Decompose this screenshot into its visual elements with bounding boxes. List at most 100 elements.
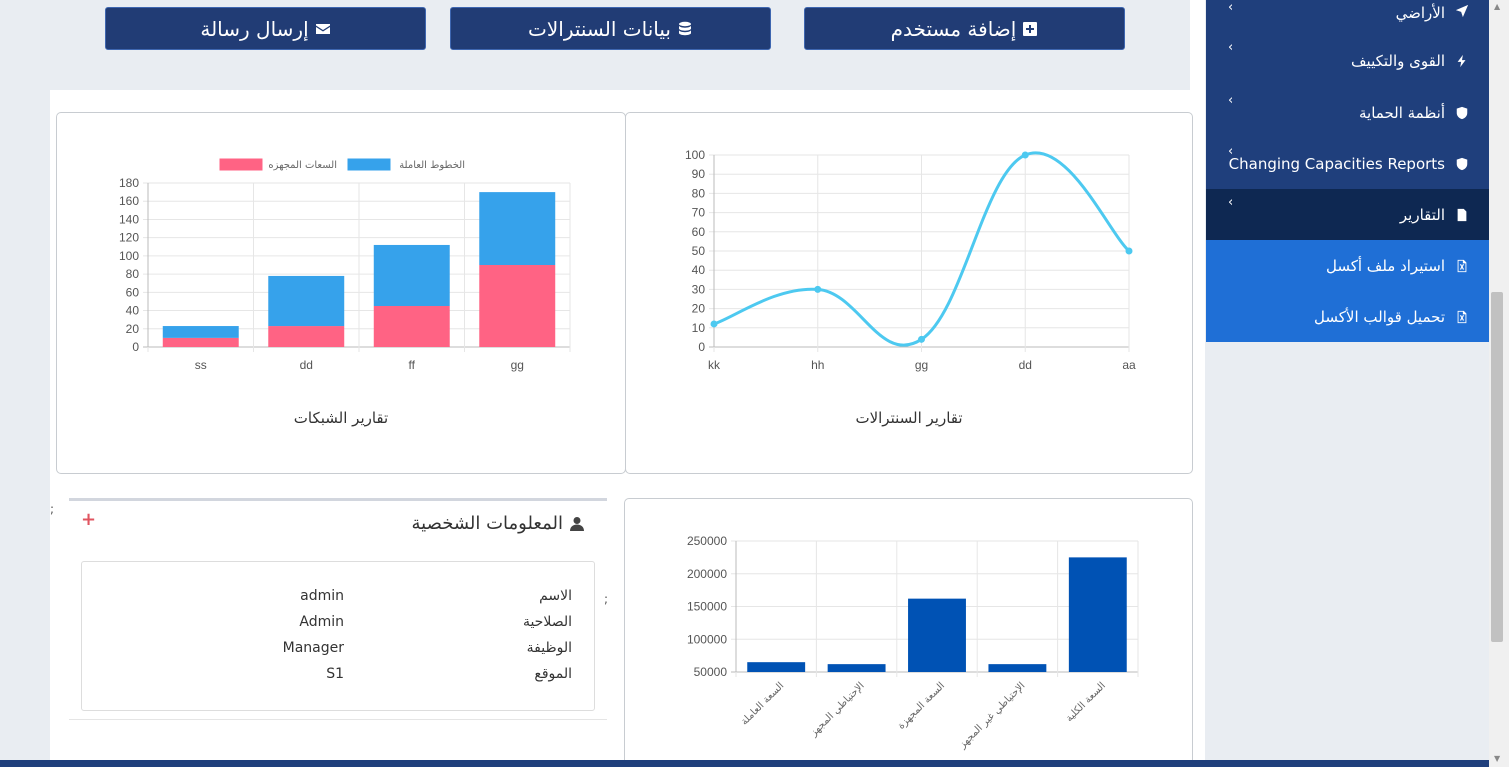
sidebar-item-lands[interactable]: ‹ الأراضي	[1206, 0, 1489, 34]
location-arrow-icon	[1455, 4, 1469, 18]
bar	[747, 662, 806, 672]
x-tick-label: الإحتياطي المجهز	[808, 680, 867, 739]
profile-title-label: المعلومات الشخصية	[411, 513, 563, 534]
add-user-button[interactable]: إضافة مستخدم	[804, 7, 1125, 50]
capacity-chart-card: 50000 100000 150000 200000 250000 السعة العام…	[624, 498, 1193, 767]
top-toolbar: إرسال رسالة بيانات السنترالات إضافة مستخ…	[50, 0, 1190, 90]
profile-key: الوظيفة	[526, 640, 572, 656]
data-point	[1125, 247, 1133, 255]
scroll-up-icon[interactable]: ▲	[1494, 2, 1500, 11]
y-tick-label: 140	[119, 212, 139, 226]
send-message-button[interactable]: إرسال رسالة	[105, 7, 426, 50]
networks-chart-title: تقارير الشبكات	[293, 409, 389, 427]
bar	[908, 598, 966, 672]
profile-title: المعلومات الشخصية	[412, 513, 585, 534]
scroll-down-icon[interactable]: ▼	[1494, 754, 1500, 763]
exchanges-data-label: بيانات السنترالات	[528, 16, 671, 41]
chevron-left-icon: ‹	[1228, 93, 1234, 108]
sidebar-item-power[interactable]: ‹ القوى والتكييف	[1206, 34, 1489, 87]
sidebar-item-protection[interactable]: ‹ أنظمة الحماية	[1206, 87, 1489, 138]
y-tick-label: 120	[119, 231, 139, 245]
bar	[162, 337, 239, 347]
sidebar-item-label: Changing Capacities Reports	[1228, 154, 1445, 173]
x-tick-label: hh	[811, 358, 824, 372]
y-tick-label: 0	[132, 340, 139, 354]
y-tick-label: 30	[692, 282, 706, 296]
y-tick-label: 20	[126, 322, 140, 336]
send-message-label: إرسال رسالة	[200, 16, 309, 41]
y-tick-label: 100	[685, 148, 705, 162]
bar	[268, 275, 345, 327]
sidebar-item-label: التقارير	[1399, 205, 1445, 224]
y-tick-label: 0	[698, 340, 705, 354]
y-tick-label: 150000	[687, 600, 727, 614]
y-tick-label: 180	[119, 176, 139, 190]
sidebar-item-label: تحميل قوالب الأكسل	[1314, 307, 1445, 326]
bar	[162, 326, 239, 338]
profile-expand-button[interactable]: +	[81, 509, 96, 530]
y-tick-label: 100000	[687, 632, 727, 646]
profile-key: الاسم	[539, 588, 572, 604]
x-tick-label: kk	[708, 358, 721, 372]
y-tick-label: 160	[119, 194, 139, 208]
bar	[479, 192, 556, 265]
exchanges-chart: 0 10 20 30 40 50 60 70 80 90 100 kk hh gg dd aa	[685, 148, 1136, 372]
y-tick-label: 60	[126, 285, 140, 299]
data-point	[814, 285, 822, 293]
sidebar-item-label: القوى والتكييف	[1351, 51, 1445, 70]
y-tick-label: 250000	[687, 534, 727, 548]
scrollbar-thumb[interactable]	[1491, 292, 1503, 642]
stray-semicolon: ;	[50, 502, 55, 516]
x-tick-label: السعة العاملة	[739, 680, 786, 727]
bar	[1068, 557, 1127, 672]
y-tick-label: 50000	[694, 665, 728, 679]
excel-file-icon	[1457, 259, 1467, 272]
bar	[268, 326, 345, 347]
data-point	[710, 320, 718, 328]
exchanges-chart-card: 0 10 20 30 40 50 60 70 80 90 100 kk hh gg dd aa تقارير …	[625, 112, 1193, 474]
profile-key: الصلاحية	[522, 614, 572, 630]
networks-chart-card: 0 20 40 60 80 100 120 140 160 180 ss dd ff gg الخطوط ا…	[56, 112, 626, 474]
stray-semicolon: ;	[604, 592, 609, 606]
chevron-left-icon: ‹	[1228, 40, 1234, 55]
x-tick-label: ff	[409, 358, 416, 372]
sidebar-item-capacities-reports[interactable]: ‹ Changing Capacities Reports	[1206, 138, 1489, 189]
y-tick-label: 40	[126, 304, 140, 318]
envelope-icon	[315, 23, 330, 34]
y-tick-label: 80	[692, 186, 706, 200]
chevron-left-icon: ‹	[1228, 144, 1234, 159]
networks-chart: 0 20 40 60 80 100 120 140 160 180 ss dd ff gg الخطوط ا…	[119, 157, 571, 372]
exchanges-data-button[interactable]: بيانات السنترالات	[450, 7, 771, 50]
add-user-label: إضافة مستخدم	[890, 16, 1017, 41]
bar	[479, 265, 556, 347]
excel-file-icon	[1457, 310, 1467, 323]
x-tick-label: gg	[915, 358, 928, 372]
x-tick-label: ss	[195, 358, 207, 372]
data-point	[918, 335, 925, 343]
x-tick-label: gg	[511, 358, 524, 372]
x-tick-label: الإحتياطي غير المجهز	[957, 680, 1028, 751]
chevron-left-icon: ‹	[1228, 0, 1234, 15]
bottom-bar	[0, 760, 1489, 767]
sidebar-item-reports[interactable]: ‹ التقارير	[1206, 189, 1489, 240]
x-tick-label: dd	[300, 358, 313, 372]
database-icon	[678, 21, 691, 35]
left-strip	[0, 0, 50, 767]
shield-icon	[1456, 157, 1468, 170]
y-tick-label: 40	[692, 263, 706, 277]
y-tick-label: 20	[692, 302, 706, 316]
y-tick-label: 10	[692, 321, 706, 335]
profile-card: + المعلومات الشخصية الاسم admin الصلاحية…	[69, 498, 607, 720]
y-tick-label: 90	[692, 167, 706, 181]
bar	[988, 664, 1047, 672]
y-tick-label: 80	[126, 267, 140, 281]
legend-label: السعات المجهزه	[268, 160, 337, 171]
sidebar-item-label: أنظمة الحماية	[1358, 103, 1445, 122]
sidebar: ‹ الأراضي ‹ القوى والتكييف ‹ أنظمة الحما…	[1206, 0, 1489, 342]
y-tick-label: 200000	[687, 567, 727, 581]
sidebar-item-import-excel[interactable]: استيراد ملف أكسل	[1206, 240, 1489, 291]
y-tick-label: 70	[692, 206, 706, 220]
exchanges-chart-title: تقارير السنترالات	[855, 409, 963, 427]
sidebar-item-download-templates[interactable]: تحميل قوالب الأكسل	[1206, 291, 1489, 342]
profile-value: S1	[326, 666, 344, 682]
